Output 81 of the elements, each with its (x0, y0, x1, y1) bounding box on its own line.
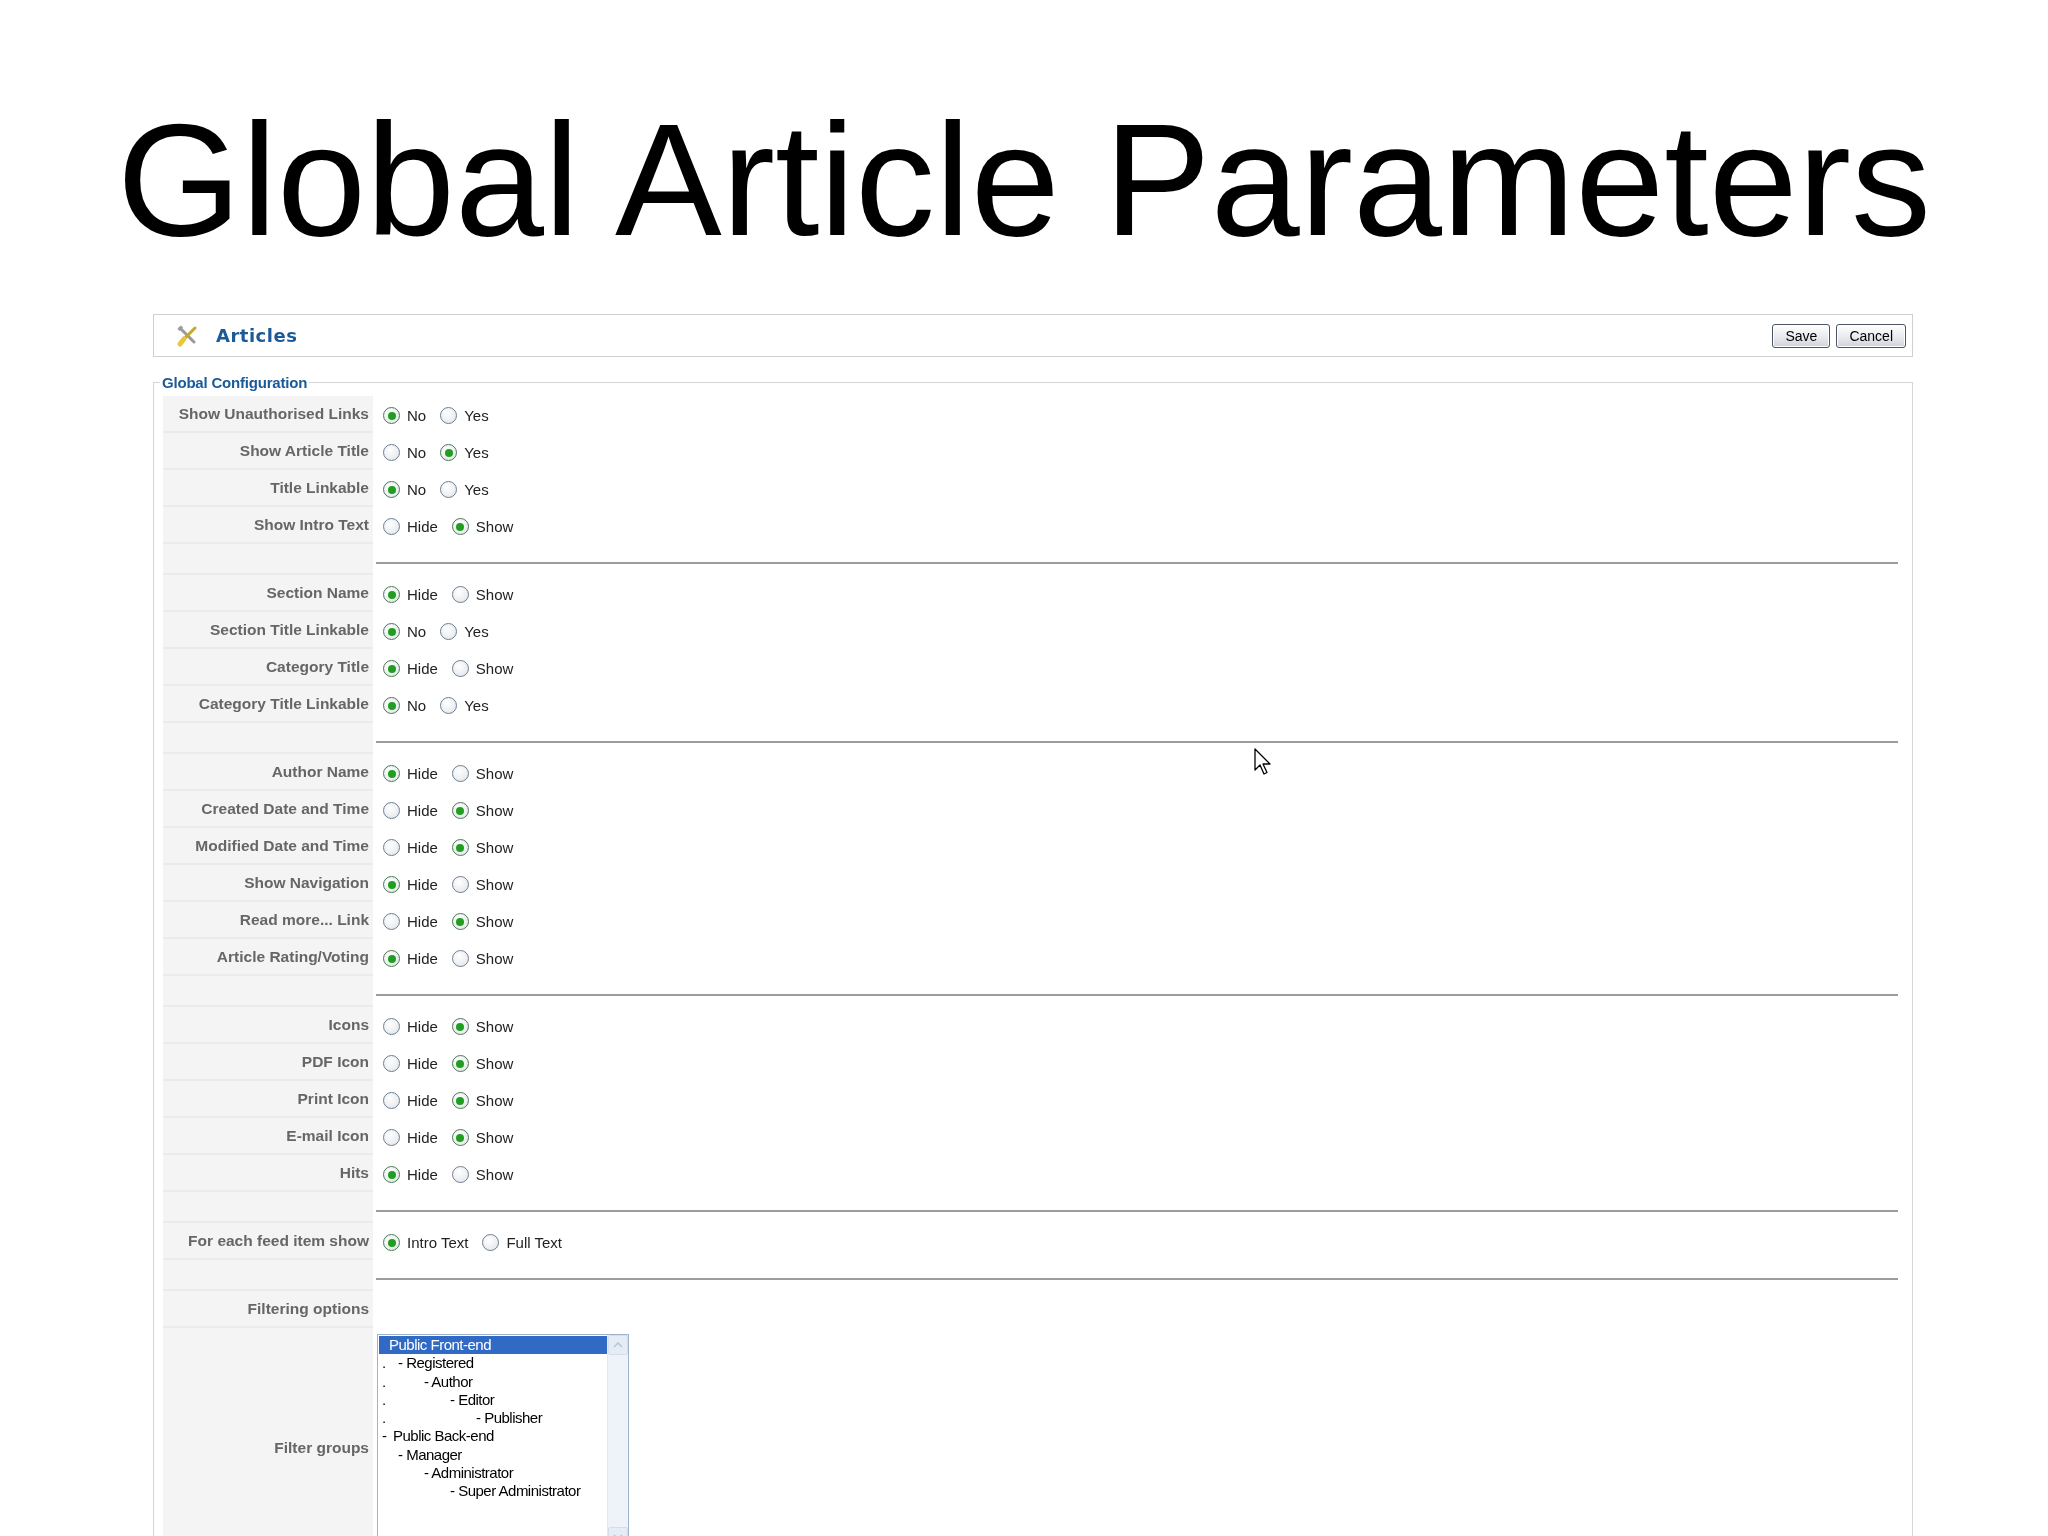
radio-button[interactable]: Hide (383, 913, 438, 930)
setting-label: Filter groups (163, 1328, 373, 1536)
radio-button[interactable]: Hide (383, 876, 438, 893)
setting-label: Show Intro Text (163, 507, 373, 544)
radio-button[interactable]: Hide (383, 586, 438, 603)
radio-button[interactable]: Hide (383, 765, 438, 782)
list-option[interactable]: . - Publisher (379, 1409, 607, 1428)
radio-button[interactable]: No (383, 407, 427, 424)
radio-button[interactable]: Yes (440, 407, 489, 424)
radio-button[interactable]: Hide (383, 1129, 438, 1146)
setting-label: Show Article Title (163, 433, 373, 470)
toolbar-button[interactable]: Save (1772, 323, 1831, 348)
setting-label: Show Unauthorised Links (163, 396, 373, 433)
mouse-pointer-icon (1254, 748, 1272, 776)
setting-label: Created Date and Time (163, 791, 373, 828)
setting-label: Section Name (163, 575, 373, 612)
setting-label: Hits (163, 1155, 373, 1192)
radio-button[interactable]: Hide (383, 1166, 438, 1183)
radio-button[interactable]: Yes (440, 623, 489, 640)
radio-button[interactable]: Hide (383, 1018, 438, 1035)
list-option[interactable]: . - Editor (379, 1390, 607, 1410)
list-option[interactable]: . - Registered (379, 1354, 607, 1373)
radio-button[interactable]: No (383, 623, 427, 640)
radio-button[interactable]: Hide (383, 660, 438, 677)
radio-button[interactable]: Show (451, 876, 514, 893)
radio-button[interactable]: Show (451, 586, 514, 603)
radio-button[interactable]: Show (451, 802, 514, 819)
setting-label: PDF Icon (163, 1044, 373, 1081)
setting-label: Modified Date and Time (163, 828, 373, 865)
setting-label: For each feed item show (163, 1223, 373, 1260)
radio-button[interactable]: Hide (383, 839, 438, 856)
radio-button[interactable]: Show (451, 950, 514, 967)
group-listbox[interactable]: Public Front-end . - Registered . - Author . - Editor . - Publisher - Public Back-end - Manager - Administrator - Super Administrator (377, 1334, 629, 1536)
radio-button[interactable]: Show (451, 913, 514, 930)
setting-label: Filtering options (163, 1291, 373, 1328)
radio-button[interactable]: No (383, 444, 427, 461)
radio-button[interactable]: Hide (383, 802, 438, 819)
setting-label: Category Title (163, 649, 373, 686)
setting-label: Print Icon (163, 1081, 373, 1118)
panel-legend: Global Configuration (160, 374, 310, 391)
radio-button[interactable]: Show (451, 1018, 514, 1035)
scroll-up-button[interactable] (608, 1335, 628, 1355)
radio-button[interactable]: Show (451, 839, 514, 856)
radio-button[interactable]: Show (451, 1055, 514, 1072)
list-option[interactable]: - Public Back-end (379, 1427, 607, 1446)
setting-label: Show Navigation (163, 865, 373, 902)
radio-button[interactable]: Yes (440, 481, 489, 498)
setting-label: Category Title Linkable (163, 686, 373, 723)
radio-button[interactable]: No (383, 697, 427, 714)
setting-label: Icons (163, 1007, 373, 1044)
radio-button[interactable]: Show (451, 765, 514, 782)
list-option[interactable]: - Manager (379, 1445, 607, 1465)
page-heading: Articles (216, 325, 298, 346)
radio-button[interactable]: Show (451, 518, 514, 535)
list-option[interactable]: - Super Administrator (379, 1482, 607, 1501)
setting-label: Article Rating/Voting (163, 939, 373, 976)
radio-button[interactable]: Hide (383, 1092, 438, 1109)
radio-button[interactable]: Show (451, 1129, 514, 1146)
setting-label: Title Linkable (163, 470, 373, 507)
setting-label: E-mail Icon (163, 1118, 373, 1155)
radio-button[interactable]: Hide (383, 950, 438, 967)
slide-title: Global Article Parameters (116, 100, 1932, 260)
list-option[interactable]: - Administrator (379, 1464, 607, 1483)
radio-button[interactable]: No (383, 481, 427, 498)
radio-button[interactable]: Yes (440, 444, 489, 461)
radio-button[interactable]: Full Text (482, 1234, 562, 1251)
list-option[interactable]: . - Author (379, 1372, 607, 1391)
radio-button[interactable]: Show (451, 1092, 514, 1109)
setting-label: Section Title Linkable (163, 612, 373, 649)
list-option[interactable]: Public Front-end (379, 1336, 607, 1355)
toolbar-button[interactable]: Cancel (1836, 323, 1906, 348)
scrollbar[interactable] (607, 1335, 628, 1536)
radio-button[interactable]: Hide (383, 1055, 438, 1072)
radio-button[interactable]: Show (451, 1166, 514, 1183)
radio-button[interactable]: Yes (440, 697, 489, 714)
radio-button[interactable]: Hide (383, 518, 438, 535)
setting-label: Read more... Link (163, 902, 373, 939)
radio-button[interactable]: Intro Text (383, 1234, 469, 1251)
chevron-up-icon (613, 1342, 623, 1348)
radio-button[interactable]: Show (451, 660, 514, 677)
setting-label: Author Name (163, 754, 373, 791)
